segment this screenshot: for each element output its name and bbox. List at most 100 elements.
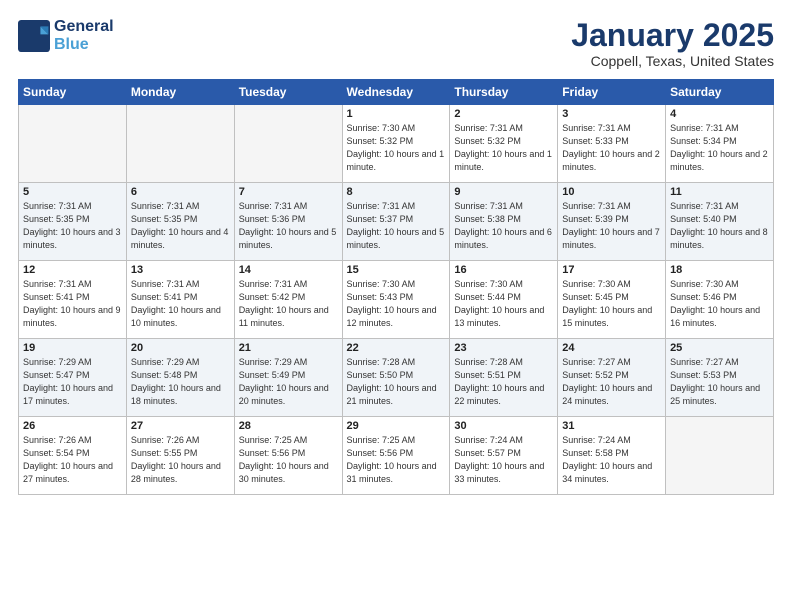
calendar-cell: 11Sunrise: 7:31 AM Sunset: 5:40 PM Dayli… xyxy=(666,183,774,261)
day-info: Sunrise: 7:30 AM Sunset: 5:43 PM Dayligh… xyxy=(347,278,446,330)
calendar-cell: 9 Sunrise: 7:31 AM Sunset: 5:38 PM Daylig… xyxy=(450,183,558,261)
calendar-cell: 14 Sunrise: 7:31 AM Sunset: 5:42 PM Dayli… xyxy=(234,261,342,339)
day-number: 14 xyxy=(239,264,338,276)
day-number: 6 xyxy=(131,186,230,198)
day-info: Sunrise: 7:31 AM Sunset: 5:42 PM Dayligh… xyxy=(239,278,338,330)
day-number: 29 xyxy=(347,420,446,432)
calendar-cell: 26 Sunrise: 7:26 AM Sunset: 5:54 PM Dayli… xyxy=(19,417,127,495)
day-info: Sunrise: 7:31 AM Sunset: 5:37 PM Dayligh… xyxy=(347,200,446,252)
day-number: 31 xyxy=(562,420,661,432)
calendar-cell xyxy=(126,105,234,183)
day-number: 3 xyxy=(562,108,661,120)
calendar-cell xyxy=(666,417,774,495)
day-number: 20 xyxy=(131,342,230,354)
calendar-cell: 15 Sunrise: 7:30 AM Sunset: 5:43 PM Dayli… xyxy=(342,261,450,339)
calendar-cell: 3 Sunrise: 7:31 AM Sunset: 5:33 PM Daylig… xyxy=(558,105,666,183)
day-info: Sunrise: 7:27 AM Sunset: 5:52 PM Dayligh… xyxy=(562,356,661,408)
weekday-header: Sunday xyxy=(19,80,127,105)
logo-text: General Blue xyxy=(54,18,114,53)
weekday-header: Tuesday xyxy=(234,80,342,105)
day-info: Sunrise: 7:24 AM Sunset: 5:58 PM Dayligh… xyxy=(562,434,661,486)
day-info: Sunrise: 7:25 AM Sunset: 5:56 PM Dayligh… xyxy=(239,434,338,486)
header: General Blue January 2025 Coppell, Texas… xyxy=(18,18,774,69)
day-number: 27 xyxy=(131,420,230,432)
day-number: 9 xyxy=(454,186,553,198)
calendar-cell: 31 Sunrise: 7:24 AM Sunset: 5:58 PM Dayli… xyxy=(558,417,666,495)
day-number: 24 xyxy=(562,342,661,354)
day-info: Sunrise: 7:26 AM Sunset: 5:55 PM Dayligh… xyxy=(131,434,230,486)
day-info: Sunrise: 7:30 AM Sunset: 5:44 PM Dayligh… xyxy=(454,278,553,330)
calendar-cell: 4 Sunrise: 7:31 AM Sunset: 5:34 PM Daylig… xyxy=(666,105,774,183)
calendar-title: January 2025 xyxy=(571,18,774,53)
weekday-header: Saturday xyxy=(666,80,774,105)
day-number: 7 xyxy=(239,186,338,198)
weekday-header: Friday xyxy=(558,80,666,105)
day-info: Sunrise: 7:30 AM Sunset: 5:46 PM Dayligh… xyxy=(670,278,769,330)
day-number: 25 xyxy=(670,342,769,354)
weekday-header: Thursday xyxy=(450,80,558,105)
day-number: 30 xyxy=(454,420,553,432)
day-info: Sunrise: 7:31 AM Sunset: 5:35 PM Dayligh… xyxy=(23,200,122,252)
header-row: SundayMondayTuesdayWednesdayThursdayFrid… xyxy=(19,80,774,105)
calendar-cell: 17 Sunrise: 7:30 AM Sunset: 5:45 PM Dayli… xyxy=(558,261,666,339)
day-info: Sunrise: 7:24 AM Sunset: 5:57 PM Dayligh… xyxy=(454,434,553,486)
day-info: Sunrise: 7:28 AM Sunset: 5:51 PM Dayligh… xyxy=(454,356,553,408)
day-number: 8 xyxy=(347,186,446,198)
calendar-cell: 13Sunrise: 7:31 AM Sunset: 5:41 PM Dayli… xyxy=(126,261,234,339)
calendar-cell: 27 Sunrise: 7:26 AM Sunset: 5:55 PM Dayli… xyxy=(126,417,234,495)
calendar-week-row: 5 Sunrise: 7:31 AM Sunset: 5:35 PM Daylig… xyxy=(19,183,774,261)
calendar-week-row: 12Sunrise: 7:31 AM Sunset: 5:41 PM Dayli… xyxy=(19,261,774,339)
calendar-cell: 2Sunrise: 7:31 AM Sunset: 5:32 PM Daylig… xyxy=(450,105,558,183)
weekday-header: Wednesday xyxy=(342,80,450,105)
calendar-cell: 28Sunrise: 7:25 AM Sunset: 5:56 PM Dayli… xyxy=(234,417,342,495)
day-info: Sunrise: 7:30 AM Sunset: 5:32 PM Dayligh… xyxy=(347,122,446,174)
calendar-cell: 24 Sunrise: 7:27 AM Sunset: 5:52 PM Dayli… xyxy=(558,339,666,417)
calendar-cell: 10 Sunrise: 7:31 AM Sunset: 5:39 PM Dayli… xyxy=(558,183,666,261)
day-number: 17 xyxy=(562,264,661,276)
day-number: 1 xyxy=(347,108,446,120)
day-number: 18 xyxy=(670,264,769,276)
day-info: Sunrise: 7:31 AM Sunset: 5:32 PM Dayligh… xyxy=(454,122,553,174)
title-block: January 2025 Coppell, Texas, United Stat… xyxy=(571,18,774,69)
calendar-cell: 25Sunrise: 7:27 AM Sunset: 5:53 PM Dayli… xyxy=(666,339,774,417)
day-info: Sunrise: 7:31 AM Sunset: 5:34 PM Dayligh… xyxy=(670,122,769,174)
calendar-week-row: 1 Sunrise: 7:30 AM Sunset: 5:32 PM Daylig… xyxy=(19,105,774,183)
calendar-week-row: 26 Sunrise: 7:26 AM Sunset: 5:54 PM Dayli… xyxy=(19,417,774,495)
calendar-cell: 19 Sunrise: 7:29 AM Sunset: 5:47 PM Dayli… xyxy=(19,339,127,417)
day-number: 19 xyxy=(23,342,122,354)
logo-icon xyxy=(18,20,50,52)
day-number: 13 xyxy=(131,264,230,276)
day-info: Sunrise: 7:29 AM Sunset: 5:47 PM Dayligh… xyxy=(23,356,122,408)
day-info: Sunrise: 7:31 AM Sunset: 5:39 PM Dayligh… xyxy=(562,200,661,252)
day-number: 5 xyxy=(23,186,122,198)
day-info: Sunrise: 7:31 AM Sunset: 5:38 PM Dayligh… xyxy=(454,200,553,252)
calendar-page: General Blue January 2025 Coppell, Texas… xyxy=(0,0,792,612)
calendar-cell: 16Sunrise: 7:30 AM Sunset: 5:44 PM Dayli… xyxy=(450,261,558,339)
day-number: 26 xyxy=(23,420,122,432)
calendar-table: SundayMondayTuesdayWednesdayThursdayFrid… xyxy=(18,79,774,495)
day-info: Sunrise: 7:25 AM Sunset: 5:56 PM Dayligh… xyxy=(347,434,446,486)
day-number: 4 xyxy=(670,108,769,120)
day-info: Sunrise: 7:29 AM Sunset: 5:49 PM Dayligh… xyxy=(239,356,338,408)
calendar-cell: 21 Sunrise: 7:29 AM Sunset: 5:49 PM Dayli… xyxy=(234,339,342,417)
day-info: Sunrise: 7:31 AM Sunset: 5:33 PM Dayligh… xyxy=(562,122,661,174)
day-number: 10 xyxy=(562,186,661,198)
day-number: 22 xyxy=(347,342,446,354)
day-number: 21 xyxy=(239,342,338,354)
calendar-cell: 30 Sunrise: 7:24 AM Sunset: 5:57 PM Dayli… xyxy=(450,417,558,495)
calendar-subtitle: Coppell, Texas, United States xyxy=(571,53,774,69)
calendar-cell: 20Sunrise: 7:29 AM Sunset: 5:48 PM Dayli… xyxy=(126,339,234,417)
day-info: Sunrise: 7:30 AM Sunset: 5:45 PM Dayligh… xyxy=(562,278,661,330)
calendar-cell: 23 Sunrise: 7:28 AM Sunset: 5:51 PM Dayli… xyxy=(450,339,558,417)
day-number: 15 xyxy=(347,264,446,276)
day-number: 23 xyxy=(454,342,553,354)
day-info: Sunrise: 7:26 AM Sunset: 5:54 PM Dayligh… xyxy=(23,434,122,486)
calendar-cell xyxy=(234,105,342,183)
day-info: Sunrise: 7:31 AM Sunset: 5:35 PM Dayligh… xyxy=(131,200,230,252)
calendar-cell: 6 Sunrise: 7:31 AM Sunset: 5:35 PM Daylig… xyxy=(126,183,234,261)
day-number: 11 xyxy=(670,186,769,198)
calendar-cell xyxy=(19,105,127,183)
logo: General Blue xyxy=(18,18,114,53)
calendar-cell: 29 Sunrise: 7:25 AM Sunset: 5:56 PM Dayli… xyxy=(342,417,450,495)
day-info: Sunrise: 7:28 AM Sunset: 5:50 PM Dayligh… xyxy=(347,356,446,408)
